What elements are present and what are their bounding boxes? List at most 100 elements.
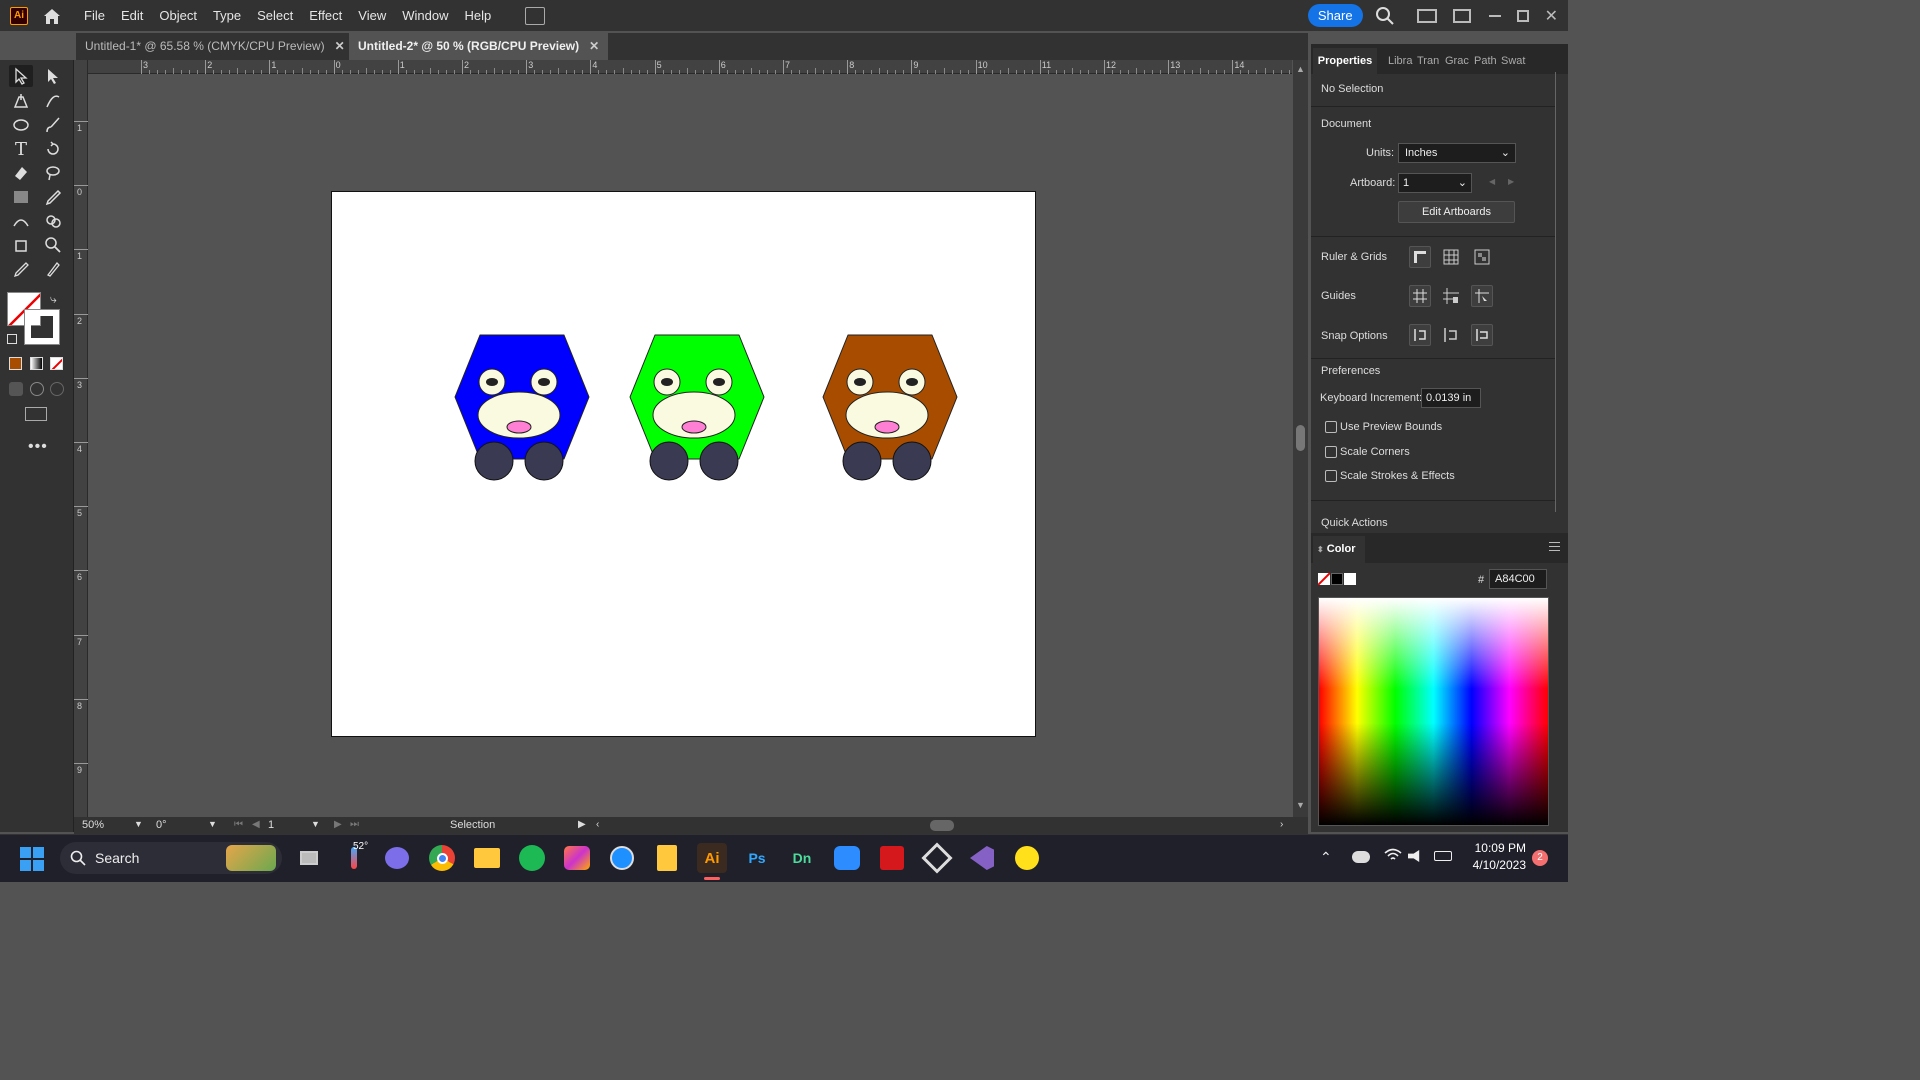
draw-normal-icon[interactable] [9, 382, 23, 396]
snap-to-pixel-icon[interactable] [1471, 324, 1493, 346]
rotate-tool-icon[interactable] [41, 138, 65, 160]
character-pupil[interactable] [854, 378, 866, 386]
battery-icon[interactable] [1434, 851, 1452, 861]
scale-strokes-checkbox[interactable] [1325, 470, 1337, 482]
zoom-icon[interactable] [832, 843, 862, 873]
norton-icon[interactable] [1012, 843, 1042, 873]
gradient-tool-icon[interactable] [9, 186, 33, 208]
scroll-right-icon[interactable]: › [1280, 819, 1283, 830]
minimize-icon[interactable] [1488, 14, 1501, 17]
snap-to-point-icon[interactable] [1409, 324, 1431, 346]
shape-builder-tool-icon[interactable] [41, 210, 65, 232]
curvature-tool-icon[interactable] [41, 90, 65, 112]
scroll-up-icon[interactable]: ▲ [1296, 64, 1305, 74]
direct-selection-tool-icon[interactable] [41, 65, 65, 87]
eyedropper-tool-icon[interactable] [41, 186, 65, 208]
onedrive-icon[interactable] [1352, 851, 1370, 863]
character-wheel[interactable] [842, 441, 882, 481]
workspace-icon[interactable] [1416, 8, 1437, 23]
zoom-field[interactable]: 50% [82, 819, 104, 831]
character-wheel[interactable] [699, 441, 739, 481]
tab-pathfinder[interactable]: Path [1474, 48, 1497, 74]
selection-tool-icon[interactable] [9, 65, 33, 87]
snap-to-grid-icon[interactable] [1440, 324, 1462, 346]
eraser-tool-icon[interactable] [9, 162, 33, 184]
character-pupil[interactable] [538, 378, 550, 386]
artboard-number-field[interactable]: 1 [268, 819, 274, 831]
files-icon[interactable] [652, 843, 682, 873]
edit-artboards-button[interactable]: Edit Artboards [1398, 201, 1515, 223]
creative-cloud-icon[interactable] [562, 843, 592, 873]
keyboard-increment-input[interactable]: 0.0139 in [1421, 388, 1481, 408]
character-nose[interactable] [506, 420, 532, 434]
draw-behind-icon[interactable] [30, 382, 44, 396]
close-tab-icon[interactable]: ✕ [335, 39, 345, 53]
character-pupil[interactable] [906, 378, 918, 386]
last-artboard-icon[interactable]: ⏭ [350, 819, 359, 830]
tab-properties[interactable]: Properties [1313, 48, 1377, 74]
hex-input[interactable]: A84C00 [1489, 569, 1547, 589]
character-pupil[interactable] [661, 378, 673, 386]
none-color-swatch[interactable] [1318, 573, 1330, 585]
visual-studio-icon[interactable] [967, 843, 997, 873]
character-nose[interactable] [874, 420, 900, 434]
weather-icon[interactable]: 52° [339, 841, 369, 873]
default-fill-stroke-icon[interactable] [7, 334, 17, 344]
grid-icon[interactable] [1440, 246, 1462, 268]
menu-type[interactable]: Type [205, 0, 249, 31]
chevron-up-icon[interactable]: ⌃ [1320, 849, 1332, 866]
canvas[interactable] [88, 75, 1292, 817]
next-artboard-icon[interactable]: ▶ [334, 819, 342, 830]
character-nose[interactable] [681, 420, 707, 434]
tab-libraries[interactable]: Libra [1388, 48, 1412, 74]
rotation-field[interactable]: 0° [156, 819, 167, 831]
white-color-swatch[interactable] [1344, 573, 1356, 585]
lock-guides-icon[interactable] [1440, 285, 1462, 307]
chevron-down-icon[interactable]: ▼ [134, 819, 143, 829]
prev-artboard-icon[interactable]: ◀ [252, 819, 260, 830]
use-preview-bounds-checkbox[interactable] [1325, 421, 1337, 433]
vertical-scrollbar[interactable]: ▲ ▼ [1293, 60, 1308, 818]
tab-untitled-1[interactable]: Untitled-1* @ 65.58 % (CMYK/CPU Preview)… [76, 33, 354, 60]
menu-view[interactable]: View [350, 0, 394, 31]
home-icon[interactable] [42, 7, 62, 25]
transparency-grid-icon[interactable] [1471, 246, 1493, 268]
volume-icon[interactable] [1408, 850, 1420, 862]
character-pupil[interactable] [713, 378, 725, 386]
status-menu-icon[interactable]: ▶ [578, 819, 586, 830]
tab-untitled-2[interactable]: Untitled-2* @ 50 % (RGB/CPU Preview) ✕ [349, 33, 609, 60]
menu-object[interactable]: Object [151, 0, 205, 31]
panel-menu-icon[interactable] [1549, 542, 1560, 551]
close-icon[interactable]: ✕ [1545, 6, 1558, 26]
tab-transform[interactable]: Tran [1417, 48, 1439, 74]
scale-corners-checkbox[interactable] [1325, 446, 1337, 458]
gradient-mode-icon[interactable] [30, 357, 43, 370]
artboard-select[interactable]: 1 ⌄ [1398, 173, 1472, 193]
menu-effect[interactable]: Effect [301, 0, 350, 31]
none-mode-icon[interactable] [50, 357, 63, 370]
puppet-warp-tool-icon[interactable] [9, 210, 33, 232]
smart-guides-icon[interactable] [1471, 285, 1493, 307]
chevron-down-icon[interactable]: ▼ [208, 819, 217, 829]
units-select[interactable]: Inches ⌄ [1398, 143, 1516, 163]
character-wheel[interactable] [892, 441, 932, 481]
type-tool-icon[interactable]: T [9, 138, 33, 160]
menu-select[interactable]: Select [249, 0, 301, 31]
tab-gradient[interactable]: Grac [1445, 48, 1469, 74]
acrobat-icon[interactable] [877, 843, 907, 873]
chrome-icon[interactable] [427, 843, 457, 873]
next-artboard-icon[interactable]: ▶ [1508, 177, 1514, 186]
edit-toolbar-icon[interactable] [41, 258, 65, 280]
show-guides-icon[interactable] [1409, 285, 1431, 307]
safari-icon[interactable] [607, 843, 637, 873]
chevron-down-icon[interactable]: ▼ [311, 819, 320, 829]
teams-chat-icon[interactable] [382, 843, 412, 873]
artboard-tool-icon[interactable] [9, 234, 33, 256]
eyedropper-alt-icon[interactable] [9, 258, 33, 280]
character-pupil[interactable] [486, 378, 498, 386]
restore-icon[interactable] [1516, 9, 1529, 22]
scroll-thumb[interactable] [1296, 425, 1305, 451]
panel-layout-icon[interactable] [1452, 8, 1471, 23]
clock-time[interactable]: 10:09 PM [1470, 841, 1526, 855]
horizontal-ruler[interactable]: 3 2 1 0 1 2 3 4 5 6 7 8 9 10 11 12 13 14 [88, 60, 1292, 74]
